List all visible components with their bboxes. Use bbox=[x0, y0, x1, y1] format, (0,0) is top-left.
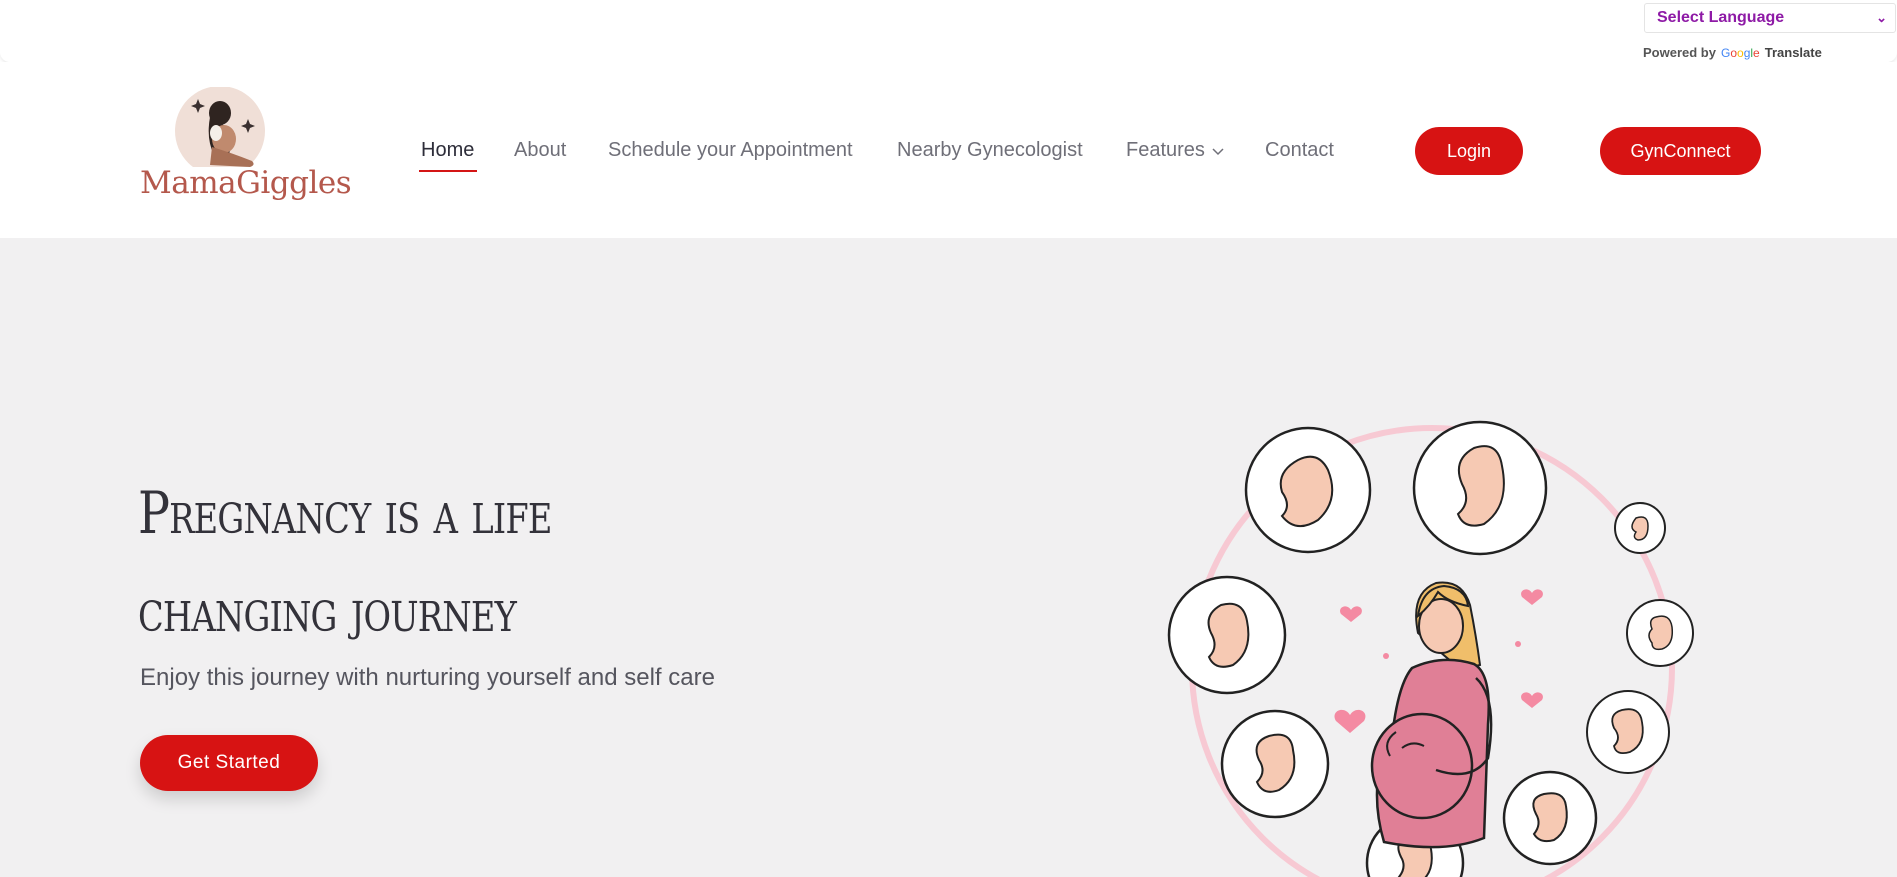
nav-about-label: About bbox=[514, 139, 567, 161]
nav-contact[interactable]: Contact bbox=[1265, 139, 1334, 162]
hero-title-line-2: changing journey bbox=[138, 577, 517, 645]
nav-features-label: Features bbox=[1126, 139, 1205, 161]
powered-by-google[interactable]: Powered by Google Translate bbox=[1643, 45, 1822, 60]
nav-about[interactable]: About bbox=[514, 139, 566, 162]
language-select-label: Select Language bbox=[1657, 9, 1785, 26]
chevron-down-icon: ⌄ bbox=[1876, 10, 1887, 25]
login-button-label: Login bbox=[1446, 140, 1492, 161]
nav-nearby-gynecologist[interactable]: Nearby Gynecologist bbox=[897, 139, 1083, 162]
login-button[interactable]: Login bbox=[1415, 127, 1523, 175]
chevron-down-icon bbox=[1212, 147, 1224, 155]
brand-name: MamaGiggles bbox=[140, 165, 352, 201]
active-nav-indicator bbox=[419, 170, 477, 172]
pregnant-woman-logo-icon bbox=[175, 86, 265, 176]
nav-home-label: Home bbox=[421, 139, 475, 161]
pregnant-woman-figure bbox=[1370, 581, 1493, 849]
brand-logo[interactable]: MamaGiggles bbox=[140, 86, 352, 217]
site-header: MamaGiggles Home About Schedule your App… bbox=[0, 62, 1897, 238]
powered-by-label: Powered by bbox=[1643, 45, 1716, 60]
gynconnect-button-label: GynConnect bbox=[1630, 140, 1731, 161]
hero-subtitle: Enjoy this journey with nurturing yourse… bbox=[140, 664, 715, 691]
translate-bar: Select Language ⌄ Powered by Google Tran… bbox=[0, 0, 1897, 62]
nav-schedule-label: Schedule your Appointment bbox=[608, 139, 853, 161]
hero-title-line-1: Pregnancy is a life bbox=[138, 479, 552, 547]
nav-schedule-appointment[interactable]: Schedule your Appointment bbox=[608, 139, 853, 162]
nav-features[interactable]: Features bbox=[1126, 139, 1225, 162]
google-logo: Google bbox=[1720, 45, 1760, 60]
gynconnect-button[interactable]: GynConnect bbox=[1600, 127, 1761, 175]
translate-label: Translate bbox=[1764, 45, 1822, 60]
nav-nearby-label: Nearby Gynecologist bbox=[897, 139, 1083, 161]
nav-home[interactable]: Home bbox=[421, 139, 474, 162]
hero-section: Pregnancy is a life changing journey Enj… bbox=[0, 238, 1897, 877]
pregnancy-illustration bbox=[1167, 420, 1694, 877]
get-started-button[interactable]: Get Started bbox=[140, 735, 318, 791]
language-select[interactable]: Select Language ⌄ bbox=[1644, 3, 1896, 33]
nav-contact-label: Contact bbox=[1265, 139, 1334, 161]
hero-title: Pregnancy is a life changing journey bbox=[138, 464, 794, 660]
